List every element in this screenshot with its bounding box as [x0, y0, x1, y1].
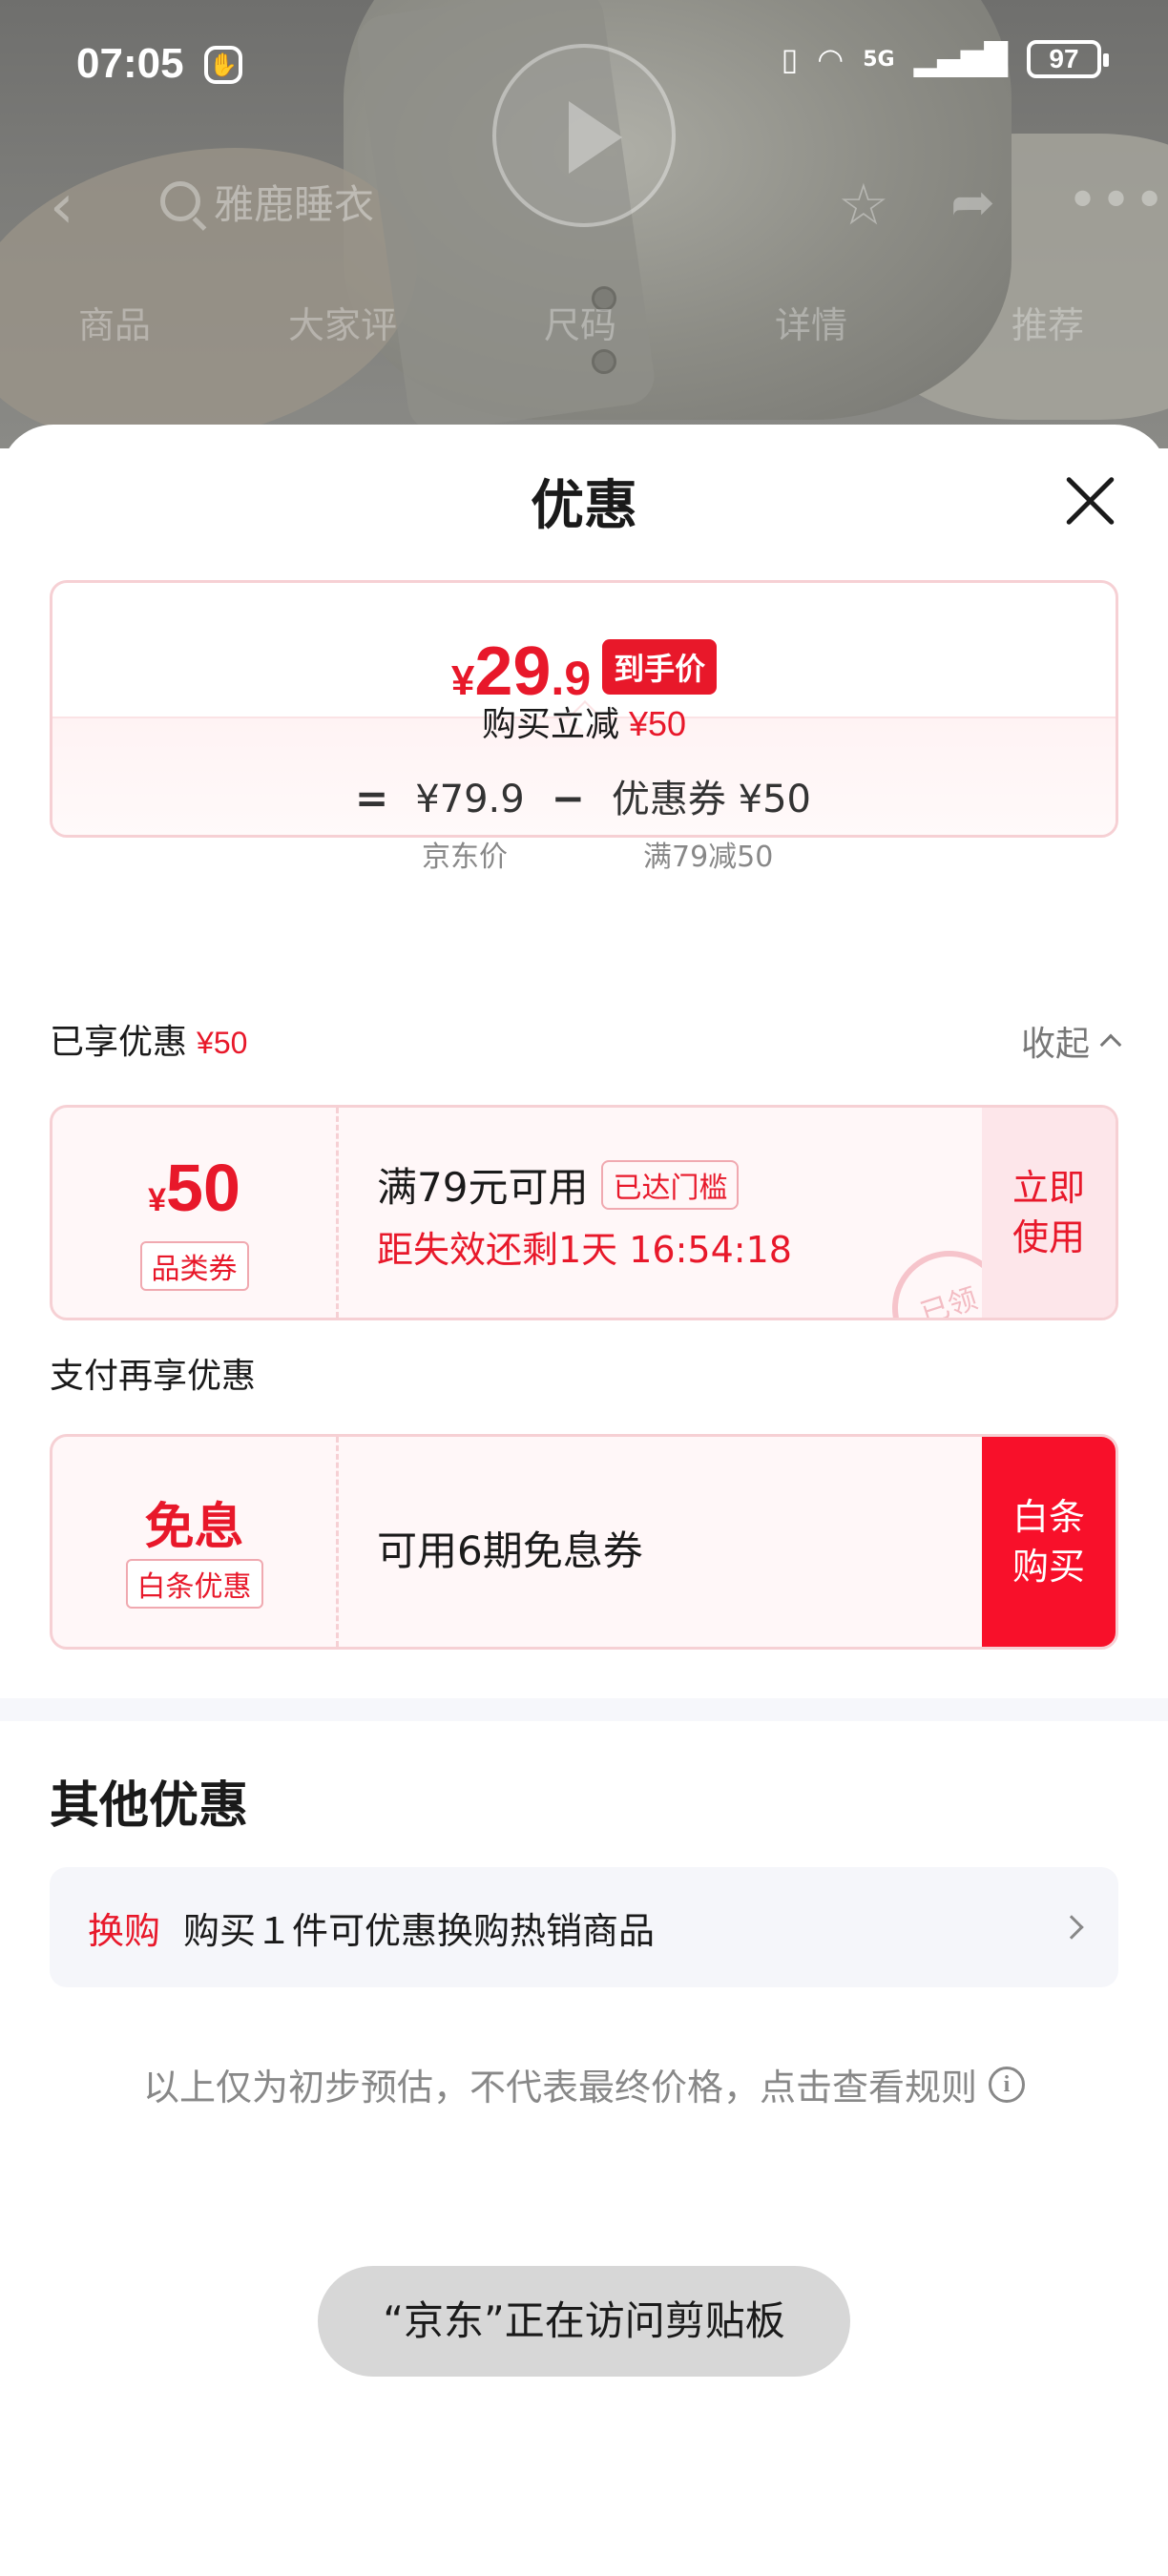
pay-section-label: 支付再享优惠 — [50, 1357, 257, 1396]
enjoyed-discount-header: 已享优惠 ¥50 — [50, 1014, 247, 1064]
disclaimer-text: 以上仅为初步预估，不代表最终价格，点击查看规则 — [142, 2067, 977, 2109]
wifi-icon: ◠ — [817, 41, 845, 77]
battery-icon: 97 — [1027, 40, 1109, 78]
trade-in-text: 购买１件可优惠换购热销商品 — [183, 1909, 656, 1952]
tab-reviews: 大家评 — [288, 304, 398, 346]
threshold-reached-pill: 已达门槛 — [601, 1159, 740, 1210]
interest-free-text: 可用6期免息券 — [377, 1527, 643, 1574]
signal-icon: ▂▄▆█ — [913, 41, 1008, 77]
minus-sign: − — [551, 775, 585, 821]
tab-recommend: 推荐 — [1012, 304, 1085, 346]
clipboard-toast: “京东”正在访问剪贴板 — [318, 2266, 850, 2377]
coupon-currency: ¥ — [148, 1182, 167, 1218]
coupon-condition-text: 满79元可用 — [377, 1164, 589, 1211]
back-chevron-icon: ‹ — [50, 172, 74, 242]
status-time: 07:05 — [76, 40, 184, 87]
more-icon: ••• — [1067, 170, 1168, 232]
search-icon — [160, 181, 200, 221]
baitiao-buy-button[interactable]: 白条购买 — [982, 1437, 1116, 1647]
baitiao-tag: 白条优惠 — [125, 1559, 263, 1609]
info-icon: i — [989, 2066, 1025, 2103]
baitiao-interest-free-card[interactable]: 免息 白条优惠 可用6期免息券 白条购买 — [50, 1434, 1118, 1650]
coupon-countdown: 距失效还剩1天 16:54:18 — [377, 1229, 792, 1271]
coupon-type-tag: 品类券 — [139, 1241, 249, 1291]
coupon-amount: ¥50 — [52, 1150, 336, 1226]
price-formula: = ¥79.9 − 优惠券 ¥50 — [355, 768, 811, 823]
tab-size: 尺码 — [544, 304, 617, 346]
search-bar: 雅鹿睡衣 — [160, 168, 374, 235]
favorite-star-icon: ☆ — [838, 172, 889, 239]
status-icons: ▯ ◠ 5G ▂▄▆█ 97 — [781, 40, 1109, 78]
network-type: 5G — [863, 47, 895, 72]
use-now-label: 立即使用 — [1012, 1167, 1085, 1258]
tab-goods: 商品 — [78, 304, 152, 346]
discount-sheet: 优惠 ¥29.9 到手价 购买立减 ¥50 = ¥79.9 − 优惠券 ¥50 京东… — [0, 425, 1168, 2576]
baitiao-buy-label: 白条购买 — [1012, 1496, 1085, 1588]
product-top-nav: ‹ 雅鹿睡衣 ☆ ➦ ••• — [0, 143, 1168, 267]
enjoyed-amount: ¥50 — [197, 1026, 248, 1060]
disclaimer-link[interactable]: 以上仅为初步预估，不代表最终价格，点击查看规则 i — [0, 2058, 1168, 2110]
tab-details: 详情 — [775, 304, 848, 346]
jd-price-caption: 京东价 — [422, 841, 508, 874]
search-query: 雅鹿睡衣 — [214, 180, 375, 228]
coupon-deduction: 优惠券 ¥50 — [611, 778, 811, 821]
interest-free-title: 免息 — [144, 1499, 244, 1556]
category-coupon-card[interactable]: ¥50 品类券 满79元可用 已达门槛 距失效还剩1天 16:54:18 已领 … — [50, 1105, 1118, 1320]
save-label: 购买立减 — [481, 705, 619, 744]
final-price-badge: 到手价 — [602, 639, 718, 695]
vibrate-icon: ▯ — [781, 41, 799, 77]
share-icon: ➦ — [950, 172, 995, 234]
save-amount: ¥50 — [628, 704, 687, 743]
coupon-value-block: ¥50 品类券 — [52, 1108, 339, 1318]
trade-in-label: 换购 — [88, 1909, 161, 1952]
collapse-button[interactable]: 收起 — [1020, 1016, 1122, 1066]
section-divider — [0, 1698, 1168, 1721]
enjoyed-label: 已享优惠 — [50, 1023, 188, 1062]
interest-free-block: 免息 白条优惠 — [52, 1437, 339, 1647]
chevron-right-icon — [1059, 1915, 1084, 1940]
gesture-hand-icon: ✋ — [204, 46, 242, 84]
collapse-label: 收起 — [1020, 1025, 1090, 1064]
status-bar: 07:05 ✋ ▯ ◠ 5G ▂▄▆█ 97 — [0, 0, 1168, 134]
close-icon[interactable] — [1063, 474, 1116, 528]
coupon-value: 50 — [166, 1151, 240, 1225]
instant-discount-line: 购买立减 ¥50 — [0, 696, 1168, 746]
coupon-caption: 满79减50 — [643, 841, 774, 874]
jd-price: ¥79.9 — [415, 778, 525, 821]
coupon-condition: 满79元可用 已达门槛 — [377, 1155, 740, 1214]
use-now-button[interactable]: 立即使用 — [982, 1108, 1116, 1318]
chevron-up-icon — [1099, 1033, 1122, 1056]
sheet-title: 优惠 — [531, 475, 637, 537]
equals-sign: = — [355, 775, 389, 821]
trade-in-row[interactable]: 换购 购买１件可优惠换购热销商品 — [50, 1867, 1118, 1987]
other-discounts-title: 其他优惠 — [50, 1777, 249, 1835]
